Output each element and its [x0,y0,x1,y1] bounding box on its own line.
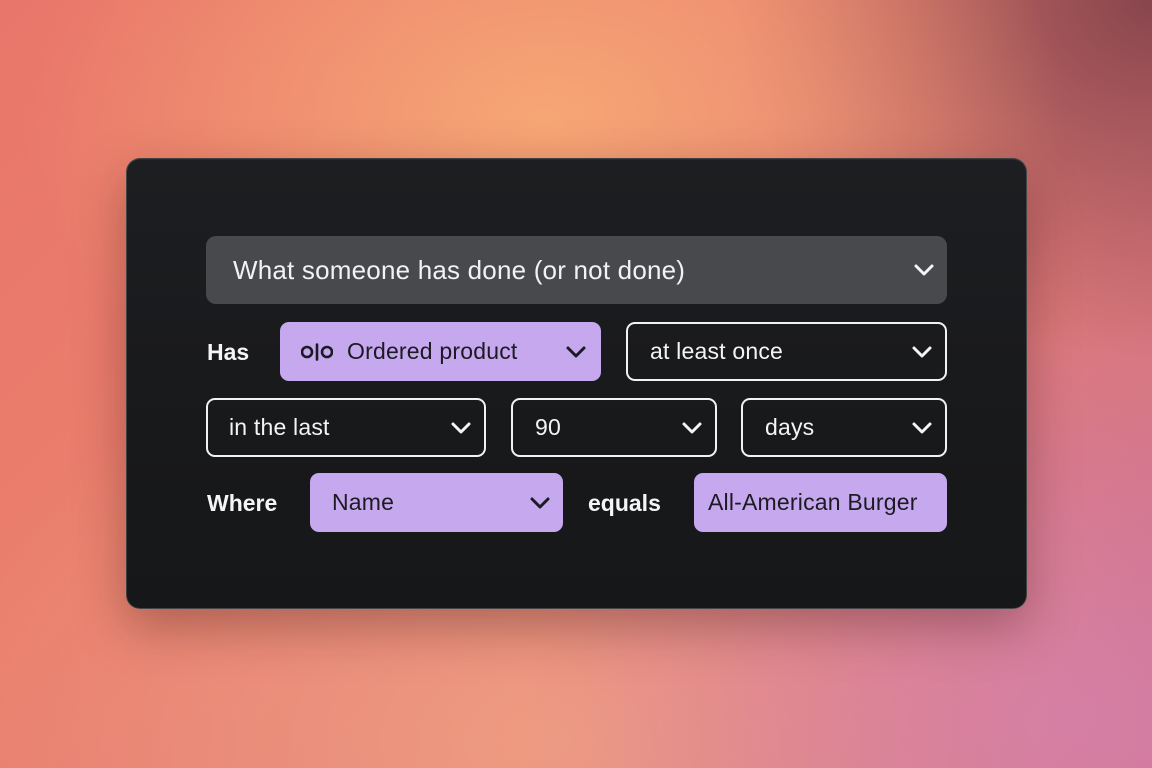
value-text: All-American Burger [708,489,918,515]
frequency-dropdown[interactable]: at least once [626,322,947,381]
timeframe-label: in the last [229,414,330,440]
has-label: Has [207,339,250,365]
where-label: Where [207,490,278,516]
unit-label: days [765,414,815,440]
chevron-down-icon [530,497,550,508]
olo-icon [301,342,333,361]
chevron-down-icon [566,346,586,357]
amount-label: 90 [535,414,561,440]
chevron-down-icon [912,422,932,433]
value-field[interactable]: All-American Burger [694,473,947,532]
chevron-down-icon [682,422,702,433]
condition-type-dropdown[interactable]: What someone has done (or not done) [206,236,947,304]
operator-label: equals [588,490,661,516]
chevron-down-icon [451,422,471,433]
frequency-label: at least once [650,338,784,364]
filter-panel: What someone has done (or not done) Has … [126,158,1027,609]
event-label: Ordered product [347,338,518,364]
property-dropdown[interactable]: Name [310,473,563,532]
chevron-down-icon [914,264,934,276]
condition-type-label: What someone has done (or not done) [233,254,686,285]
amount-dropdown[interactable]: 90 [511,398,717,457]
unit-dropdown[interactable]: days [741,398,947,457]
property-label: Name [332,489,395,515]
event-dropdown[interactable]: Ordered product [280,322,601,381]
chevron-down-icon [912,346,932,357]
timeframe-dropdown[interactable]: in the last [206,398,486,457]
